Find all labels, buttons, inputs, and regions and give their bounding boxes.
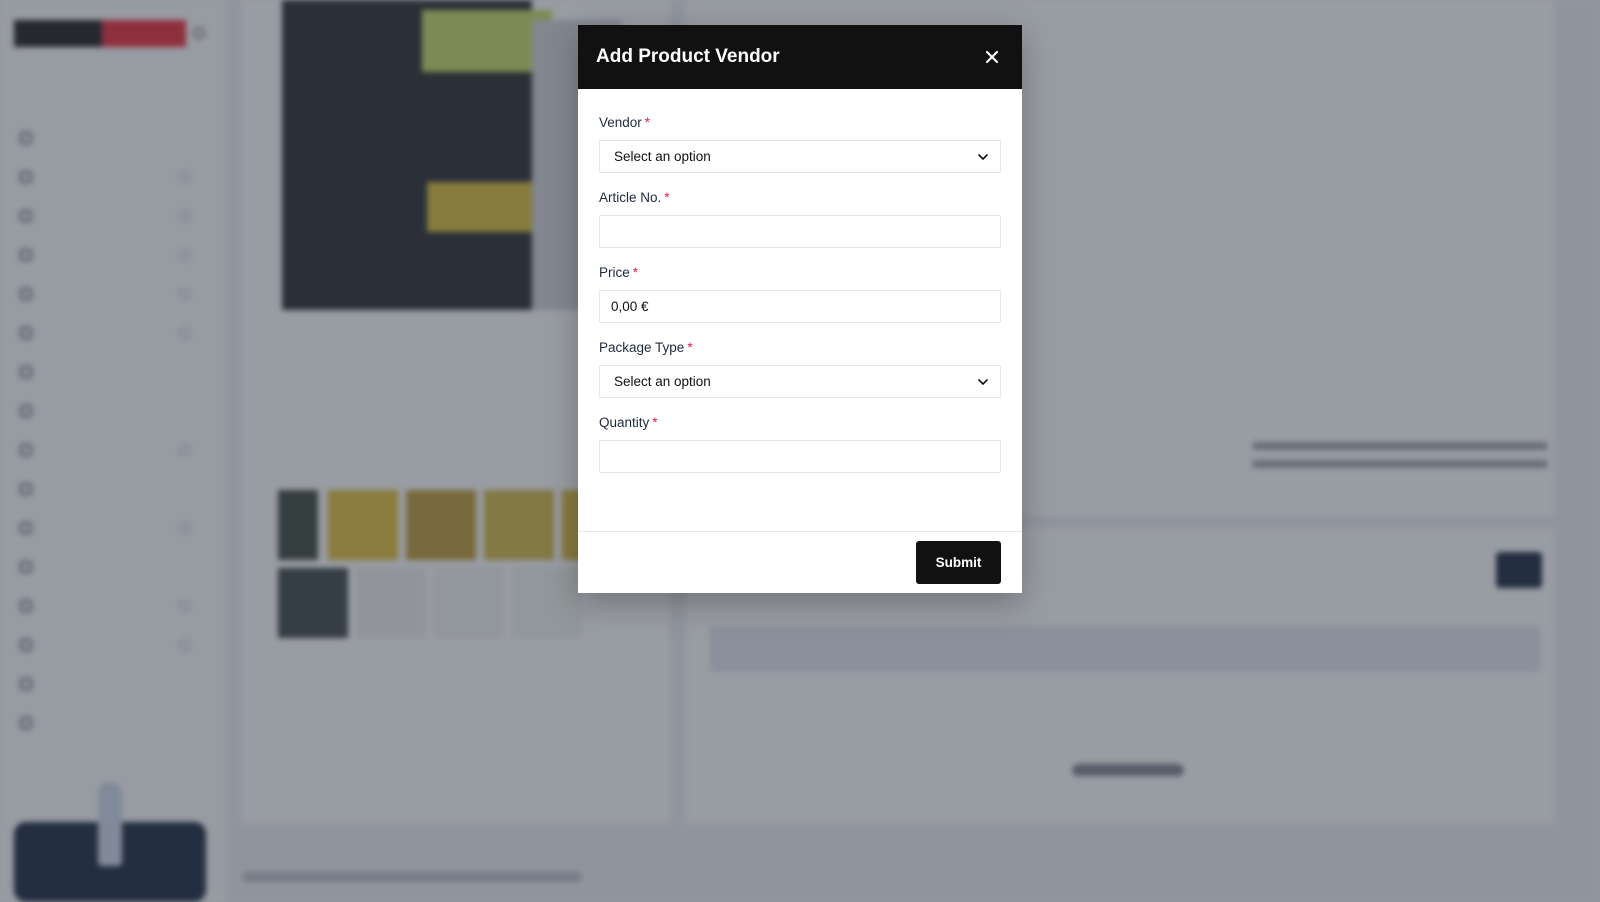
package-type-field: Package Type * Select an option (599, 340, 1001, 398)
modal-header: Add Product Vendor (578, 25, 1022, 89)
modal-footer: Submit (578, 532, 1022, 593)
article-no-label: Article No. * (599, 190, 670, 205)
required-marker: * (687, 340, 693, 355)
vendor-field: Vendor * Select an option (599, 115, 1001, 173)
add-product-vendor-modal: Add Product Vendor Vendor * Select an opt… (578, 25, 1022, 593)
package-type-label: Package Type * (599, 340, 693, 355)
required-marker: * (644, 115, 651, 130)
chevron-down-icon (976, 150, 990, 164)
price-label: Price * (599, 265, 639, 280)
price-field: Price * 0,00 € (599, 265, 1001, 323)
vendor-label: Vendor * (599, 115, 651, 130)
vendor-select-value: Select an option (614, 149, 711, 164)
package-type-select-value: Select an option (614, 374, 711, 389)
quantity-field: Quantity * (599, 415, 1001, 473)
required-marker: * (652, 415, 658, 430)
quantity-label: Quantity * (599, 415, 658, 430)
chevron-down-icon (976, 375, 990, 389)
price-value: 0,00 € (611, 299, 649, 314)
submit-button[interactable]: Submit (916, 541, 1001, 584)
close-icon (985, 50, 999, 64)
package-type-select[interactable]: Select an option (599, 365, 1001, 398)
close-button[interactable] (980, 45, 1004, 69)
article-no-input[interactable] (599, 215, 1001, 248)
article-no-field: Article No. * (599, 190, 1001, 248)
price-input[interactable]: 0,00 € (599, 290, 1001, 323)
vendor-select[interactable]: Select an option (599, 140, 1001, 173)
modal-body: Vendor * Select an option Article No. * Pr… (578, 89, 1022, 532)
modal-title: Add Product Vendor (596, 46, 780, 67)
quantity-input[interactable] (599, 440, 1001, 473)
required-marker: * (632, 265, 639, 280)
required-marker: * (664, 190, 670, 205)
